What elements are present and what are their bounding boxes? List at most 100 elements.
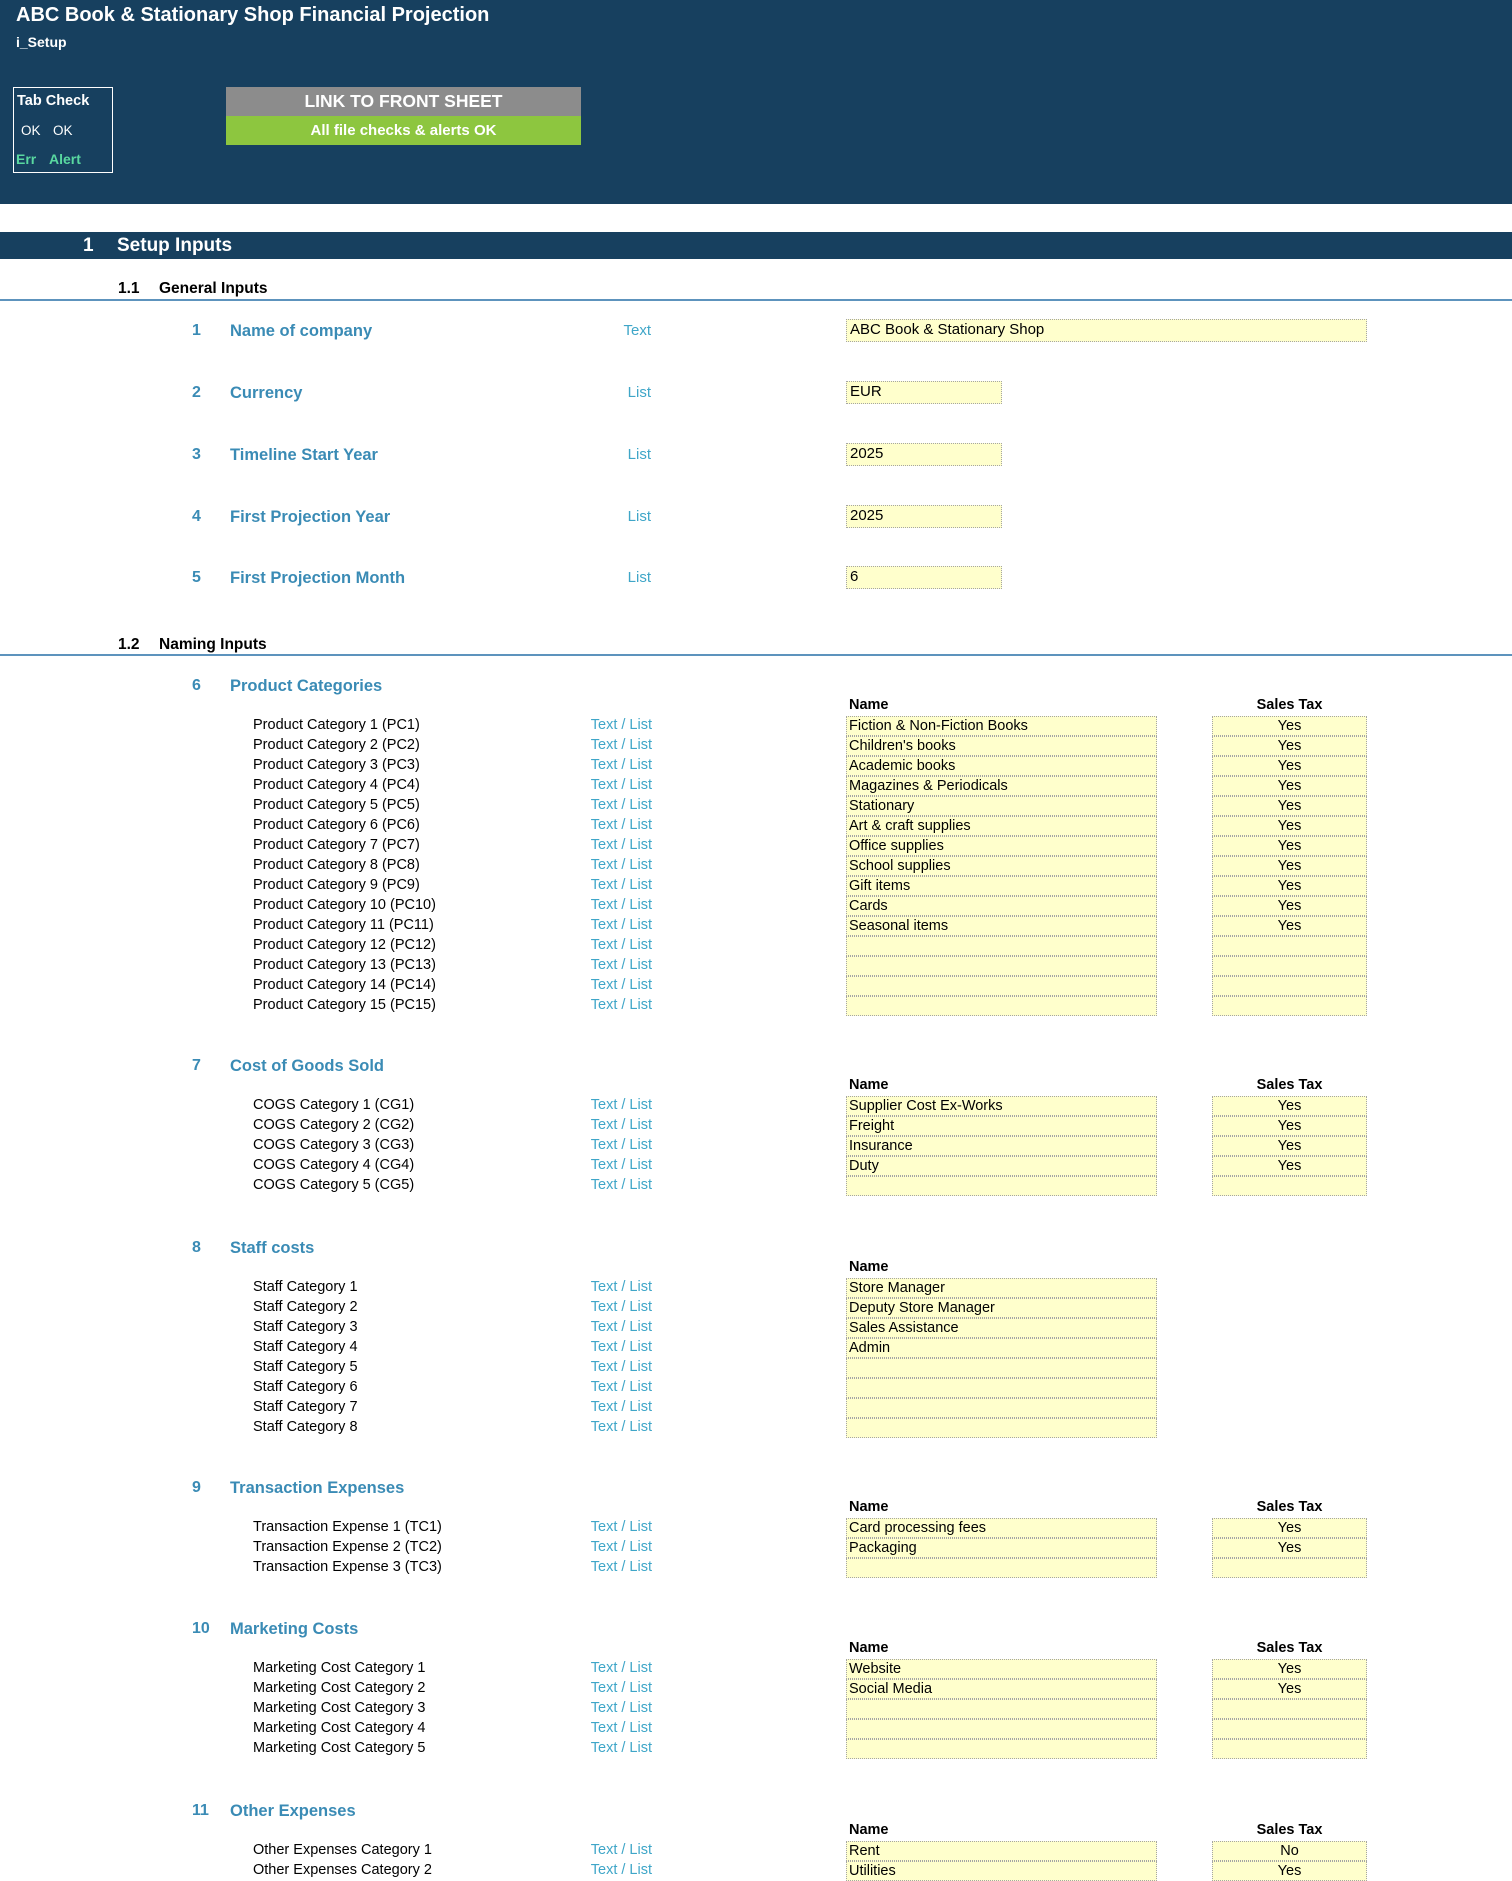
sales-tax-select[interactable]: Yes <box>1212 1659 1367 1679</box>
name-column-header: Name <box>849 1259 889 1275</box>
naming-inputs-divider <box>0 654 1512 656</box>
name-input[interactable]: Academic books <box>846 756 1157 776</box>
row-label: Product Category 9 (PC9) <box>253 877 420 893</box>
sales-tax-select[interactable]: Yes <box>1212 816 1367 836</box>
sales-tax-select[interactable]: Yes <box>1212 836 1367 856</box>
sales-tax-select[interactable] <box>1212 996 1367 1016</box>
name-input[interactable] <box>846 1358 1157 1378</box>
row-label: Product Category 1 (PC1) <box>253 717 420 733</box>
name-input[interactable]: Insurance <box>846 1136 1157 1156</box>
item-number: 5 <box>192 569 201 586</box>
sales-tax-select[interactable]: Yes <box>1212 716 1367 736</box>
name-input[interactable]: Utilities <box>846 1861 1157 1881</box>
name-input[interactable]: Duty <box>846 1156 1157 1176</box>
name-input[interactable]: School supplies <box>846 856 1157 876</box>
name-input[interactable]: Gift items <box>846 876 1157 896</box>
name-input[interactable]: Office supplies <box>846 836 1157 856</box>
row-input-type: Text / List <box>590 1137 652 1153</box>
row-input-type: Text / List <box>590 1319 652 1335</box>
name-input[interactable] <box>846 996 1157 1016</box>
sales-tax-select[interactable]: Yes <box>1212 876 1367 896</box>
sales-tax-select[interactable] <box>1212 1558 1367 1578</box>
name-input[interactable]: Deputy Store Manager <box>846 1298 1157 1318</box>
name-input[interactable]: Seasonal items <box>846 916 1157 936</box>
name-input[interactable]: Store Manager <box>846 1278 1157 1298</box>
name-input[interactable] <box>846 1719 1157 1739</box>
section-bar: 1 Setup Inputs <box>0 232 1512 259</box>
name-input[interactable] <box>846 1739 1157 1759</box>
sales-tax-select[interactable] <box>1212 936 1367 956</box>
sales-tax-select[interactable]: Yes <box>1212 856 1367 876</box>
name-input[interactable] <box>846 936 1157 956</box>
sales-tax-select[interactable] <box>1212 1719 1367 1739</box>
name-input[interactable]: Cards <box>846 896 1157 916</box>
company-name-label: Name of company <box>230 322 373 340</box>
sales-tax-select[interactable]: Yes <box>1212 1116 1367 1136</box>
name-input[interactable] <box>846 1176 1157 1196</box>
name-input[interactable] <box>846 1558 1157 1578</box>
name-input[interactable] <box>846 956 1157 976</box>
row-label: Product Category 6 (PC6) <box>253 817 420 833</box>
sales-tax-select[interactable] <box>1212 1739 1367 1759</box>
name-input[interactable]: Rent <box>846 1841 1157 1861</box>
name-input[interactable]: Social Media <box>846 1679 1157 1699</box>
name-input[interactable]: Art & craft supplies <box>846 816 1157 836</box>
name-input[interactable] <box>846 1398 1157 1418</box>
sales-tax-select[interactable]: Yes <box>1212 756 1367 776</box>
tab-check-box: Tab Check OK OK Err Alert <box>13 87 113 173</box>
name-input[interactable]: Stationary <box>846 796 1157 816</box>
group-number: 11 <box>192 1802 209 1819</box>
sales-tax-select[interactable]: Yes <box>1212 736 1367 756</box>
row-input-type: Text / List <box>590 817 652 833</box>
tab-check-ok-alerts: OK <box>53 123 73 138</box>
row-input-type: Text / List <box>590 797 652 813</box>
name-input[interactable] <box>846 1418 1157 1438</box>
row-input-type: Text / List <box>590 1299 652 1315</box>
naming-inputs-number: 1.2 <box>118 636 140 653</box>
sales-tax-select[interactable]: Yes <box>1212 916 1367 936</box>
name-input[interactable]: Freight <box>846 1116 1157 1136</box>
name-input[interactable] <box>846 976 1157 996</box>
sales-tax-select[interactable] <box>1212 956 1367 976</box>
name-input[interactable]: Website <box>846 1659 1157 1679</box>
group-number: 6 <box>192 677 201 694</box>
sales-tax-select[interactable]: Yes <box>1212 1136 1367 1156</box>
sales-tax-select[interactable] <box>1212 1176 1367 1196</box>
link-to-front-sheet-button[interactable]: LINK TO FRONT SHEET <box>226 87 581 116</box>
currency-select[interactable]: EUR <box>846 381 1002 404</box>
group-number: 10 <box>192 1620 210 1637</box>
name-input[interactable] <box>846 1378 1157 1398</box>
name-column-header: Name <box>849 1499 889 1515</box>
sales-tax-select[interactable]: Yes <box>1212 1538 1367 1558</box>
sales-tax-select[interactable]: Yes <box>1212 796 1367 816</box>
name-input[interactable]: Card processing fees <box>846 1518 1157 1538</box>
sales-tax-select[interactable]: Yes <box>1212 1156 1367 1176</box>
row-input-type: Text / List <box>590 1097 652 1113</box>
row-input-type: Text / List <box>590 1519 652 1535</box>
name-input[interactable]: Children's books <box>846 736 1157 756</box>
first-projection-month-select[interactable]: 6 <box>846 566 1002 589</box>
sales-tax-select[interactable] <box>1212 976 1367 996</box>
group-number: 7 <box>192 1057 201 1074</box>
name-input[interactable]: Magazines & Periodicals <box>846 776 1157 796</box>
sales-tax-select[interactable]: Yes <box>1212 1679 1367 1699</box>
sales-tax-select[interactable]: Yes <box>1212 1096 1367 1116</box>
sales-tax-select[interactable]: Yes <box>1212 896 1367 916</box>
name-column-header: Name <box>849 1822 889 1838</box>
name-input[interactable]: Admin <box>846 1338 1157 1358</box>
company-name-input[interactable]: ABC Book & Stationary Shop <box>846 319 1367 342</box>
row-input-type: Text / List <box>590 1279 652 1295</box>
sales-tax-select[interactable]: Yes <box>1212 1861 1367 1881</box>
sales-tax-select[interactable] <box>1212 1699 1367 1719</box>
name-input[interactable]: Packaging <box>846 1538 1157 1558</box>
row-input-type: Text / List <box>590 1720 652 1736</box>
sales-tax-select[interactable]: Yes <box>1212 1518 1367 1538</box>
name-input[interactable]: Supplier Cost Ex-Works <box>846 1096 1157 1116</box>
timeline-start-year-select[interactable]: 2025 <box>846 443 1002 466</box>
name-input[interactable]: Fiction & Non-Fiction Books <box>846 716 1157 736</box>
sales-tax-select[interactable]: Yes <box>1212 776 1367 796</box>
name-input[interactable] <box>846 1699 1157 1719</box>
sales-tax-select[interactable]: No <box>1212 1841 1367 1861</box>
first-projection-year-select[interactable]: 2025 <box>846 505 1002 528</box>
name-input[interactable]: Sales Assistance <box>846 1318 1157 1338</box>
